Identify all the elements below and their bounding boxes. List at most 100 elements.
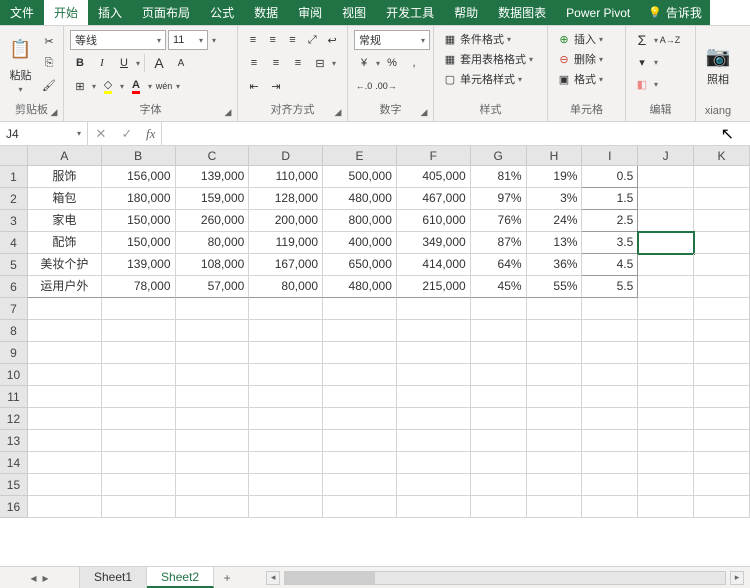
- cell[interactable]: [102, 298, 176, 320]
- cell[interactable]: 215,000: [397, 276, 471, 298]
- conditional-format-button[interactable]: ▦条件格式▾: [440, 30, 541, 48]
- align-center-button[interactable]: ≡: [266, 53, 286, 73]
- cell[interactable]: [249, 408, 323, 430]
- cell[interactable]: 80,000: [176, 232, 250, 254]
- cell[interactable]: [694, 474, 750, 496]
- add-sheet-button[interactable]: +: [214, 567, 240, 588]
- cell[interactable]: [582, 430, 638, 452]
- cell[interactable]: [694, 276, 750, 298]
- row-header[interactable]: 10: [0, 364, 28, 386]
- row-header[interactable]: 13: [0, 430, 28, 452]
- cell[interactable]: 3.5: [582, 232, 638, 254]
- cell[interactable]: [638, 430, 694, 452]
- cell[interactable]: [694, 364, 750, 386]
- cell[interactable]: 414,000: [397, 254, 471, 276]
- cell[interactable]: [582, 408, 638, 430]
- cell[interactable]: 467,000: [397, 188, 471, 210]
- table-format-button[interactable]: ▦套用表格格式▾: [440, 50, 541, 68]
- row-header[interactable]: 14: [0, 452, 28, 474]
- cell[interactable]: 87%: [471, 232, 527, 254]
- tab-datachart[interactable]: 数据图表: [488, 0, 556, 25]
- cell[interactable]: [28, 386, 102, 408]
- cell[interactable]: [397, 342, 471, 364]
- cell[interactable]: [102, 430, 176, 452]
- tab-data[interactable]: 数据: [244, 0, 288, 25]
- cell[interactable]: [102, 474, 176, 496]
- align-right-button[interactable]: ≡: [288, 53, 308, 73]
- cell[interactable]: [694, 496, 750, 518]
- align-bottom-button[interactable]: ≡: [284, 30, 302, 50]
- delete-cells-button[interactable]: ⊖删除▾: [554, 50, 619, 68]
- chevron-down-icon[interactable]: ▾: [654, 36, 658, 45]
- cell[interactable]: [397, 430, 471, 452]
- col-header[interactable]: G: [471, 146, 527, 165]
- cell[interactable]: [694, 386, 750, 408]
- cell[interactable]: 349,000: [397, 232, 471, 254]
- cell[interactable]: [638, 276, 694, 298]
- decrease-indent-button[interactable]: ⇤: [244, 76, 264, 96]
- cell[interactable]: [28, 408, 102, 430]
- cell[interactable]: [694, 232, 750, 254]
- cell[interactable]: [397, 496, 471, 518]
- increase-indent-button[interactable]: ⇥: [266, 76, 286, 96]
- italic-button[interactable]: I: [92, 53, 112, 73]
- cell[interactable]: [397, 386, 471, 408]
- cell[interactable]: 运用户外: [28, 276, 102, 298]
- orientation-button[interactable]: ⤢: [303, 30, 321, 50]
- cell[interactable]: 800,000: [323, 210, 397, 232]
- cell[interactable]: [694, 320, 750, 342]
- tell-me[interactable]: 💡 告诉我: [640, 0, 710, 25]
- cell[interactable]: 57,000: [176, 276, 250, 298]
- row-header[interactable]: 1: [0, 166, 28, 188]
- name-box[interactable]: J4 ▾: [0, 122, 88, 145]
- cell[interactable]: [249, 320, 323, 342]
- cell[interactable]: [694, 298, 750, 320]
- cell[interactable]: 128,000: [249, 188, 323, 210]
- cell[interactable]: [694, 342, 750, 364]
- cell[interactable]: 0.5: [582, 166, 638, 188]
- number-dialog-launcher[interactable]: ◢: [417, 105, 431, 119]
- cell[interactable]: [694, 254, 750, 276]
- cell[interactable]: 405,000: [397, 166, 471, 188]
- cell[interactable]: [694, 452, 750, 474]
- cell[interactable]: [323, 298, 397, 320]
- sheet-tab[interactable]: Sheet2: [147, 567, 214, 588]
- cell[interactable]: [638, 474, 694, 496]
- col-header[interactable]: J: [638, 146, 694, 165]
- cell[interactable]: [638, 496, 694, 518]
- tab-view[interactable]: 视图: [332, 0, 376, 25]
- number-format-combo[interactable]: 常规▾: [354, 30, 430, 50]
- paste-button[interactable]: 📋 粘贴 ▾: [4, 32, 37, 96]
- cell[interactable]: [471, 452, 527, 474]
- cell[interactable]: [397, 298, 471, 320]
- row-header[interactable]: 11: [0, 386, 28, 408]
- cell[interactable]: 配饰: [28, 232, 102, 254]
- row-header[interactable]: 15: [0, 474, 28, 496]
- cell[interactable]: [397, 364, 471, 386]
- cell[interactable]: [176, 452, 250, 474]
- clipboard-dialog-launcher[interactable]: ◢: [47, 105, 61, 119]
- cell[interactable]: [638, 320, 694, 342]
- enter-formula-button[interactable]: ✓: [114, 126, 140, 142]
- cell[interactable]: [527, 320, 583, 342]
- tab-page-layout[interactable]: 页面布局: [132, 0, 200, 25]
- cell[interactable]: [582, 386, 638, 408]
- format-cells-button[interactable]: ▣格式▾: [554, 70, 619, 88]
- bold-button[interactable]: B: [70, 53, 90, 73]
- cell[interactable]: [527, 496, 583, 518]
- cell[interactable]: [527, 342, 583, 364]
- cell[interactable]: [527, 386, 583, 408]
- col-header[interactable]: B: [102, 146, 176, 165]
- sort-filter-button[interactable]: A→Z: [660, 30, 680, 50]
- cell[interactable]: [582, 342, 638, 364]
- select-all-corner[interactable]: [0, 146, 28, 165]
- cell[interactable]: 180,000: [102, 188, 176, 210]
- cell[interactable]: 2.5: [582, 210, 638, 232]
- cell[interactable]: 159,000: [176, 188, 250, 210]
- cell[interactable]: [323, 386, 397, 408]
- cell[interactable]: [527, 430, 583, 452]
- col-header[interactable]: A: [28, 146, 102, 165]
- fill-color-button[interactable]: ◇: [98, 76, 118, 96]
- row-header[interactable]: 12: [0, 408, 28, 430]
- chevron-down-icon[interactable]: ▾: [212, 36, 216, 45]
